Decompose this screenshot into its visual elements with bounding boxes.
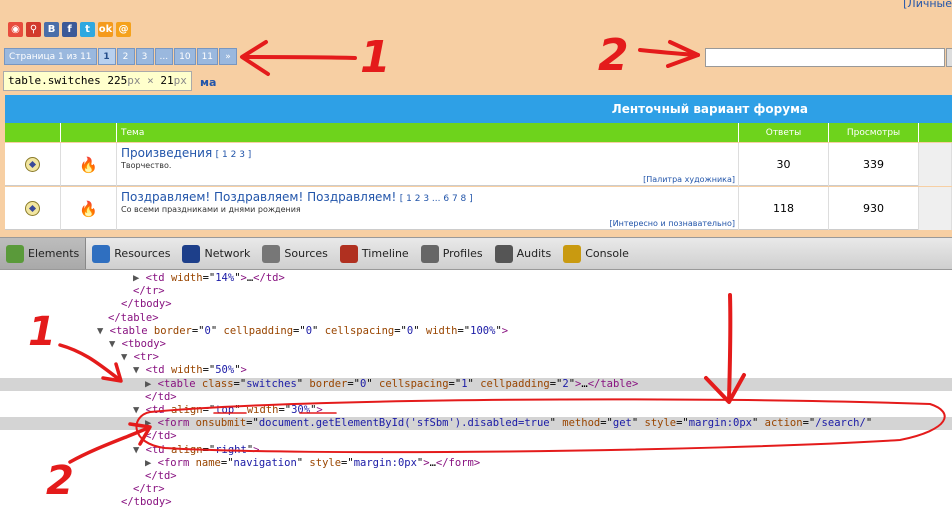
pager-next-button[interactable]: » <box>219 48 238 65</box>
dom-node-line[interactable]: </tbody> <box>0 496 952 509</box>
col-views: Просмотры <box>829 123 919 142</box>
dom-node-line[interactable]: </tr> <box>0 483 952 496</box>
element-inspector-tooltip: table.switches 225px × 21px <box>3 71 192 91</box>
dom-tree: ▶ <td width="14%">…</td> </tr> </tbody> </t… <box>0 271 952 509</box>
tab-profiles[interactable]: Profiles <box>415 238 489 269</box>
col-last <box>919 123 952 142</box>
vk-icon[interactable]: B <box>44 22 59 37</box>
person-icon[interactable]: ⚲ <box>26 22 41 37</box>
personal-link[interactable]: [Личные <box>903 0 952 10</box>
odnoklassniki-icon[interactable]: ok <box>98 22 113 37</box>
dom-node-line[interactable]: ▶ <form onsubmit="document.getElementByI… <box>0 417 952 431</box>
tooltip-height: 21 <box>160 74 174 87</box>
dom-node-line[interactable]: ▶ <td width="14%">…</td> <box>0 272 952 285</box>
topic-views: 339 <box>829 143 919 186</box>
elements-icon <box>6 244 24 263</box>
dom-node-line[interactable]: ▼ <td width="50%"> <box>0 364 952 377</box>
console-icon <box>563 244 582 263</box>
column-header-row: Тема Ответы Просмотры <box>5 123 952 142</box>
tab-label: Network <box>204 247 251 260</box>
dom-node-line[interactable]: ▼ <tr> <box>0 351 952 364</box>
tab-resources[interactable]: Resources <box>86 238 176 269</box>
mail-icon[interactable]: @ <box>116 22 131 37</box>
facebook-icon[interactable]: f <box>62 22 77 37</box>
tab-timeline[interactable]: Timeline <box>334 238 415 269</box>
topic-category-link[interactable]: [Палитра художника] <box>643 175 735 184</box>
topic-status-icon <box>25 157 40 172</box>
timeline-icon <box>339 244 358 263</box>
dom-node-line[interactable]: </table> <box>0 312 952 325</box>
topic-category-link[interactable]: [Интересно и познавательно] <box>609 219 735 228</box>
devtools-toolbar: Elements Resources Network Sources Timeline P… <box>0 237 952 270</box>
table-row: 🔥 Поздравляем! Поздравляем! Поздравляем!… <box>5 187 952 230</box>
topic-status-icon <box>25 201 40 216</box>
tab-label: Audits <box>516 247 552 260</box>
dom-node-line[interactable]: </td> <box>0 470 952 483</box>
profiles-icon <box>420 244 439 263</box>
hot-topic-icon: 🔥 <box>79 155 98 174</box>
tab-label: Profiles <box>442 247 483 260</box>
table-row: 🔥 Произведения [ 1 2 3 ] Творчество. [Па… <box>5 143 952 186</box>
pager-page-ellipsis: ... <box>154 48 174 65</box>
dom-node-line[interactable]: </tr> <box>0 285 952 298</box>
tab-console[interactable]: Console <box>557 238 635 269</box>
tab-network[interactable]: Network <box>176 238 256 269</box>
dom-node-line[interactable]: </td> <box>0 391 952 404</box>
sources-icon <box>262 244 281 263</box>
pager-label: Страница 1 из 11 <box>4 48 97 65</box>
tab-label: Timeline <box>361 247 409 260</box>
col-replies: Ответы <box>739 123 829 142</box>
forum-header: Ленточный вариант форума <box>5 95 952 123</box>
dom-node-line[interactable]: </td> <box>0 430 952 443</box>
tab-label: Console <box>585 247 629 260</box>
topic-replies: 118 <box>739 187 829 230</box>
hidden-link-tail: ма <box>200 76 217 89</box>
col-topic: Тема <box>117 123 739 142</box>
topic-pages[interactable]: [ 1 2 3 ... 6 7 8 ] <box>400 194 473 204</box>
tab-label: Resources <box>114 247 171 260</box>
speaker-icon[interactable]: ◉ <box>8 22 23 37</box>
tooltip-selector: table.switches <box>8 74 101 87</box>
search-input[interactable] <box>705 48 945 67</box>
topic-views: 930 <box>829 187 919 230</box>
search-button[interactable] <box>946 48 952 67</box>
tab-elements[interactable]: Elements <box>0 238 87 269</box>
dom-node-line[interactable]: ▶ <table class="switches" border="0" cel… <box>0 377 952 391</box>
network-icon <box>182 244 201 263</box>
tooltip-width: 225 <box>107 74 128 87</box>
audits-icon <box>494 244 513 263</box>
dom-node-line[interactable]: </tbody> <box>0 298 952 311</box>
hot-topic-icon: 🔥 <box>79 199 98 218</box>
col-status <box>5 123 61 142</box>
dom-node-line[interactable]: ▼ <tbody> <box>0 338 952 351</box>
forum-page: [Личные ◉ ⚲ Bf t ok @ Страница 1 из 11 1 2 3...… <box>0 0 952 237</box>
tooltip-times: × <box>147 74 154 87</box>
topic-replies: 30 <box>739 143 829 186</box>
dom-node-line[interactable]: ▼ <td align="right"> <box>0 444 952 457</box>
topic-description: Творчество. <box>121 161 172 170</box>
tab-label: Elements <box>28 247 80 260</box>
topic-title-link[interactable]: Поздравляем! Поздравляем! Поздравляем! <box>121 190 396 204</box>
resources-icon <box>92 244 111 263</box>
pager-switches: Страница 1 из 11 1 2 3... 10 11» <box>4 48 238 65</box>
pager-page-3[interactable]: 3 <box>135 48 154 65</box>
dom-node-line[interactable]: ▶ <form name="navigation" style="margin:… <box>0 457 952 470</box>
col-hot <box>61 123 117 142</box>
social-icons: ◉ ⚲ Bf t ok @ <box>8 22 131 37</box>
tab-label: Sources <box>284 247 328 260</box>
tooltip-unit-2: px <box>173 74 187 87</box>
twitter-icon[interactable]: t <box>80 22 95 37</box>
tab-sources[interactable]: Sources <box>256 238 334 269</box>
pager-page-11[interactable]: 11 <box>196 48 219 65</box>
topic-title-link[interactable]: Произведения <box>121 146 212 160</box>
topic-description: Со всеми праздниками и днями рождения <box>121 205 301 214</box>
tab-audits[interactable]: Audits <box>489 238 558 269</box>
dom-node-line[interactable]: ▼ <td align="top" width="30%"> <box>0 404 952 417</box>
pager-page-1[interactable]: 1 <box>97 48 116 65</box>
topic-pages[interactable]: [ 1 2 3 ] <box>216 150 252 160</box>
dom-node-line[interactable]: ▼ <table border="0" cellpadding="0" cell… <box>0 325 952 338</box>
pager-page-2[interactable]: 2 <box>116 48 135 65</box>
pager-page-10[interactable]: 10 <box>174 48 196 65</box>
tooltip-unit: px <box>127 74 141 87</box>
